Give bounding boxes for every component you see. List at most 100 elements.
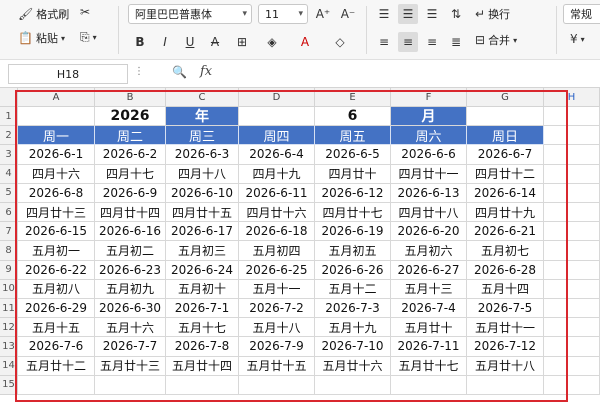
name-box[interactable]: H18 (8, 64, 128, 84)
column-header-g[interactable]: G (467, 88, 544, 107)
row-header-1[interactable]: 1 (0, 107, 18, 127)
cell-e1[interactable]: 6 (315, 107, 391, 127)
cell-f6[interactable]: 四月廿十八 (391, 203, 467, 223)
cell-b11[interactable]: 2026-6-30 (95, 299, 166, 319)
row-header-7[interactable]: 7 (0, 222, 18, 242)
row-header-3[interactable]: 3 (0, 145, 18, 165)
cell-f7[interactable]: 2026-6-20 (391, 222, 467, 242)
cell-b15[interactable] (95, 375, 166, 395)
cell-f12[interactable]: 五月廿十 (391, 318, 467, 338)
cell-g11[interactable]: 2026-7-5 (467, 299, 544, 319)
cell-e14[interactable]: 五月廿十六 (315, 356, 391, 376)
cell-e3[interactable]: 2026-6-5 (315, 145, 391, 165)
column-header-d[interactable]: D (239, 88, 315, 107)
fill-color-button[interactable]: ◈ (262, 32, 282, 52)
cell-h12[interactable] (544, 318, 600, 338)
cell-a6[interactable]: 四月廿十三 (18, 203, 95, 223)
cell-b9[interactable]: 2026-6-23 (95, 260, 166, 280)
column-header-b[interactable]: B (95, 88, 166, 107)
cell-a14[interactable]: 五月廿十二 (18, 356, 95, 376)
cell-g8[interactable]: 五月初七 (467, 241, 544, 261)
cell-c13[interactable]: 2026-7-8 (166, 337, 239, 357)
more-options-icon[interactable]: ⋮ (134, 66, 144, 77)
zoom-icon[interactable]: 🔍 (172, 65, 187, 79)
cell-f1[interactable]: 月 (391, 107, 467, 127)
cell-c11[interactable]: 2026-7-1 (166, 299, 239, 319)
align-top-button[interactable]: ☰ (374, 4, 394, 24)
cell-h7[interactable] (544, 222, 600, 242)
row-header-8[interactable]: 8 (0, 241, 18, 261)
cell-g9[interactable]: 2026-6-28 (467, 260, 544, 280)
cell-b1[interactable]: 2026 (95, 107, 166, 127)
cell-a1[interactable] (18, 107, 95, 127)
align-bottom-button[interactable]: ☰ (422, 4, 442, 24)
cell-g3[interactable]: 2026-6-7 (467, 145, 544, 165)
column-header-h[interactable]: H (544, 88, 600, 107)
cell-d13[interactable]: 2026-7-9 (239, 337, 315, 357)
cell-d12[interactable]: 五月十八 (239, 318, 315, 338)
cell-h15[interactable] (544, 375, 600, 395)
cell-c7[interactable]: 2026-6-17 (166, 222, 239, 242)
cell-a2[interactable]: 周一 (18, 126, 95, 146)
cell-a3[interactable]: 2026-6-1 (18, 145, 95, 165)
cell-a7[interactable]: 2026-6-15 (18, 222, 95, 242)
cell-c3[interactable]: 2026-6-3 (166, 145, 239, 165)
cell-a10[interactable]: 五月初八 (18, 279, 95, 299)
italic-button[interactable]: I (155, 32, 175, 52)
cell-b6[interactable]: 四月廿十四 (95, 203, 166, 223)
cell-b10[interactable]: 五月初九 (95, 279, 166, 299)
cell-d7[interactable]: 2026-6-18 (239, 222, 315, 242)
cell-h13[interactable] (544, 337, 600, 357)
cell-e15[interactable] (315, 375, 391, 395)
row-header-6[interactable]: 6 (0, 203, 18, 223)
cell-b12[interactable]: 五月十六 (95, 318, 166, 338)
cell-a11[interactable]: 2026-6-29 (18, 299, 95, 319)
column-header-a[interactable]: A (18, 88, 95, 107)
cell-b7[interactable]: 2026-6-16 (95, 222, 166, 242)
column-header-c[interactable]: C (166, 88, 239, 107)
underline-button[interactable]: U (180, 32, 200, 52)
align-middle-button[interactable]: ☰ (398, 4, 418, 24)
cell-d3[interactable]: 2026-6-4 (239, 145, 315, 165)
wrap-text-button[interactable]: ↵ 换行 (475, 6, 510, 22)
font-name-select[interactable]: 阿里巴巴普惠体 ▾ (128, 4, 252, 24)
cell-g6[interactable]: 四月廿十九 (467, 203, 544, 223)
number-format-select[interactable]: 常规 (563, 4, 600, 24)
cell-h11[interactable] (544, 299, 600, 319)
cell-f2[interactable]: 周六 (391, 126, 467, 146)
cell-g13[interactable]: 2026-7-12 (467, 337, 544, 357)
cell-h6[interactable] (544, 203, 600, 223)
cell-g4[interactable]: 四月廿十二 (467, 164, 544, 184)
cell-e12[interactable]: 五月十九 (315, 318, 391, 338)
row-header-11[interactable]: 11 (0, 299, 18, 319)
cell-e9[interactable]: 2026-6-26 (315, 260, 391, 280)
cell-a12[interactable]: 五月十五 (18, 318, 95, 338)
cell-d2[interactable]: 周四 (239, 126, 315, 146)
cell-b14[interactable]: 五月廿十三 (95, 356, 166, 376)
cell-b8[interactable]: 五月初二 (95, 241, 166, 261)
cell-f10[interactable]: 五月十三 (391, 279, 467, 299)
font-size-select[interactable]: 11 ▾ (258, 4, 308, 24)
row-header-5[interactable]: 5 (0, 183, 18, 203)
cell-h10[interactable] (544, 279, 600, 299)
select-all-corner[interactable] (0, 88, 18, 107)
cell-c6[interactable]: 四月廿十五 (166, 203, 239, 223)
row-header-4[interactable]: 4 (0, 164, 18, 184)
cell-d6[interactable]: 四月廿十六 (239, 203, 315, 223)
cell-d5[interactable]: 2026-6-11 (239, 183, 315, 203)
cell-e8[interactable]: 五月初五 (315, 241, 391, 261)
fx-button[interactable]: fx (200, 64, 212, 79)
row-header-9[interactable]: 9 (0, 260, 18, 280)
cell-f13[interactable]: 2026-7-11 (391, 337, 467, 357)
cell-d11[interactable]: 2026-7-2 (239, 299, 315, 319)
currency-button[interactable]: ¥ ▾ (570, 32, 585, 46)
cell-g2[interactable]: 周日 (467, 126, 544, 146)
cell-g12[interactable]: 五月廿十一 (467, 318, 544, 338)
cell-f14[interactable]: 五月廿十七 (391, 356, 467, 376)
cell-e11[interactable]: 2026-7-3 (315, 299, 391, 319)
cell-e10[interactable]: 五月十二 (315, 279, 391, 299)
cell-c1[interactable]: 年 (166, 107, 239, 127)
justify-button[interactable]: ≣ (446, 32, 466, 52)
cell-d14[interactable]: 五月廿十五 (239, 356, 315, 376)
cell-c4[interactable]: 四月十八 (166, 164, 239, 184)
